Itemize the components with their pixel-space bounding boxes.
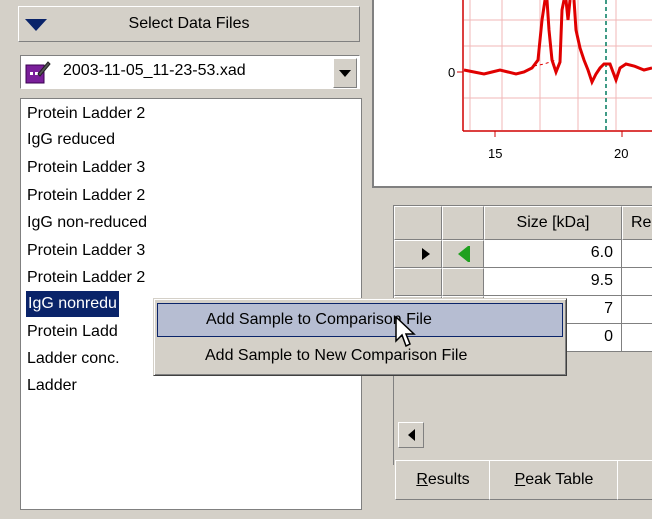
x-tick-label: 20 [614,146,628,161]
tab-peak-table-mnemonic: P [514,471,526,488]
dropdown-arrow-button[interactable] [333,58,357,88]
mouse-pointer-icon [395,315,419,350]
select-data-files-header[interactable]: Select Data Files [18,6,360,42]
tab-results[interactable]: Results [395,460,491,500]
tab-results-mnemonic: R [416,471,428,488]
sample-list-item[interactable]: Protein Ladder 2 [27,265,145,291]
peak-marker-cell [442,240,484,268]
signal-trace [463,0,652,86]
electropherogram-svg: 0 15 20 [448,0,652,161]
re-cell[interactable] [622,324,652,352]
re-cell[interactable] [622,240,652,268]
x-tick-label: 15 [488,146,502,161]
menu-item-add-to-new-comparison[interactable]: Add Sample to New Comparison File [157,339,563,373]
current-row-arrow-icon [422,248,430,260]
re-cell[interactable] [622,296,652,324]
tab-peak-table-label: eak Table [525,471,594,488]
sample-list-item[interactable]: Protein Ladder 2 [27,183,145,209]
y-tick-label: 0 [448,65,455,80]
sample-list-item[interactable]: Ladder conc. [27,346,120,372]
sample-list-item-selected[interactable]: IgG nonredu [26,291,119,317]
grid-corner-cell [394,206,442,240]
sample-list-item[interactable]: IgG reduced [27,127,115,153]
sample-list-item[interactable]: Protein Ladder 3 [27,238,145,264]
data-files-panel: Select Data Files 2003-11-05_11-23-53.xa… [0,0,372,519]
grid-marker-header [442,206,484,240]
size-cell[interactable]: 6.0 [484,240,622,268]
sample-list-item[interactable]: IgG non-reduced [27,210,147,236]
tab-peak-table[interactable]: Peak Table [489,460,619,500]
sample-context-menu: Add Sample to Comparison File Add Sample… [153,298,567,376]
row-indicator[interactable] [394,268,442,296]
arrow-left-icon [407,429,415,441]
select-data-files-label: Select Data Files [128,15,250,32]
bottom-tab-strip: Results Peak Table [393,460,652,500]
column-header-re[interactable]: Re [622,206,652,240]
scroll-left-button[interactable] [398,422,424,448]
row-indicator[interactable] [394,240,442,268]
data-file-select[interactable]: 2003-11-05_11-23-53.xad [20,55,360,89]
electropherogram-plot[interactable]: 0 15 20 [372,0,652,188]
chevron-down-icon [339,69,351,77]
data-file-icon [25,60,51,84]
peak-marker-cell [442,268,484,296]
re-cell[interactable] [622,268,652,296]
tab-results-label: esults [427,471,470,488]
menu-item-add-to-comparison[interactable]: Add Sample to Comparison File [157,303,563,337]
size-cell[interactable]: 9.5 [484,268,622,296]
green-peak-marker-icon [458,246,470,262]
sample-list-item[interactable]: Protein Ladd [27,319,118,345]
horizontal-scrollbar[interactable] [398,422,652,448]
column-header-size[interactable]: Size [kDa] [484,206,622,240]
sample-list-item[interactable]: Protein Ladder 2 [27,101,145,127]
sample-list-item[interactable]: Ladder [27,373,77,399]
tab-next[interactable] [617,460,652,500]
sample-list-item[interactable]: Protein Ladder 3 [27,155,145,181]
data-file-value: 2003-11-05_11-23-53.xad [63,62,246,79]
